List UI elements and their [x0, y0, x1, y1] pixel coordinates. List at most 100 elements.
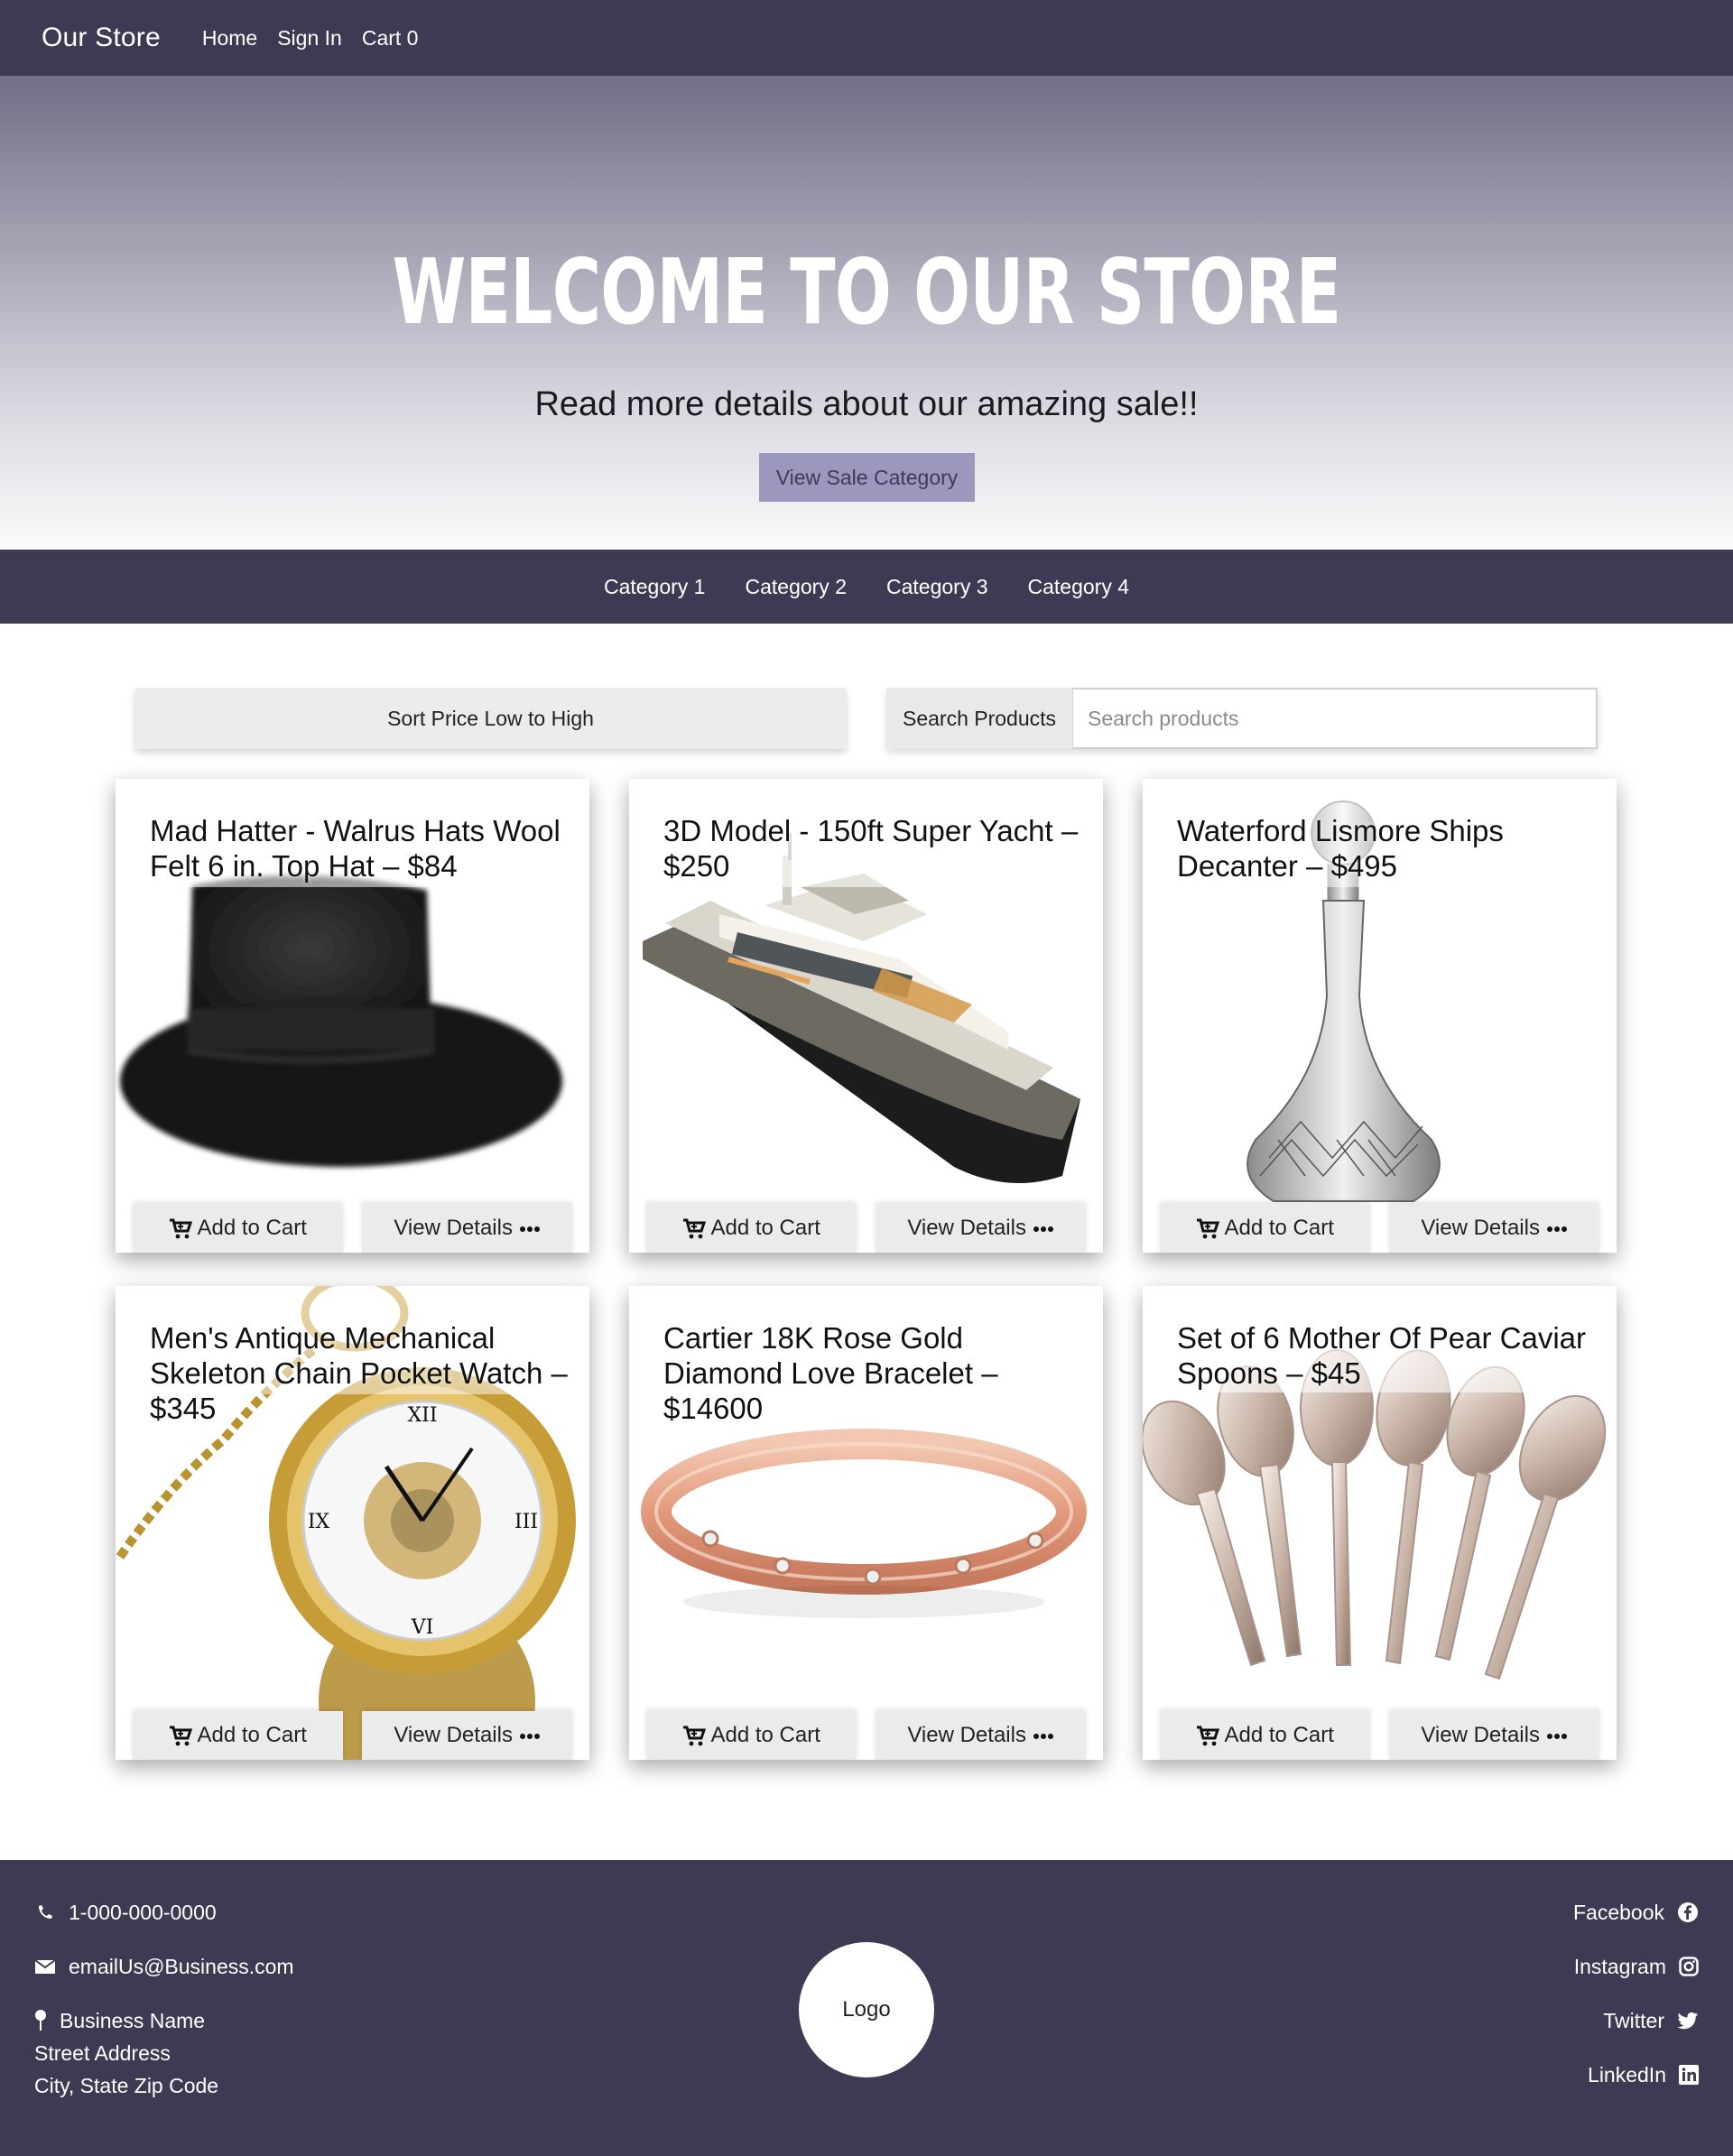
footer-address: Business Name Street Address City, State…: [34, 2004, 294, 2102]
view-details-label: View Details: [907, 1723, 1026, 1747]
cart-icon: [1197, 1726, 1220, 1746]
add-to-cart-label: Add to Cart: [710, 1216, 820, 1240]
view-details-label: View Details: [394, 1723, 513, 1747]
footer-email: emailUs@Business.com: [34, 1950, 294, 1983]
facebook-icon: [1678, 1902, 1698, 1922]
phone-number[interactable]: 1-000-000-0000: [69, 1901, 217, 1925]
footer-contact: 1-000-000-0000 emailUs@Business.com Busi…: [34, 1896, 294, 2102]
add-to-cart-label: Add to Cart: [710, 1723, 820, 1747]
city-state-zip: City, State Zip Code: [34, 2074, 219, 2097]
instagram-link[interactable]: Instagram: [1573, 1950, 1699, 1983]
footer-logo[interactable]: Logo: [799, 1942, 934, 2077]
category-3-link[interactable]: Category 3: [886, 575, 988, 599]
card-actions: Add to Cart View Details: [646, 1709, 1086, 1760]
nav-home-link[interactable]: Home: [202, 26, 257, 51]
category-2-link[interactable]: Category 2: [745, 575, 847, 599]
product-card: Set of 6 Mother Of Pear Caviar Spoons – …: [1143, 1286, 1617, 1760]
hero-subtitle: Read more details about our amazing sale…: [534, 385, 1199, 423]
cart-icon: [683, 1218, 707, 1239]
view-details-label: View Details: [394, 1216, 513, 1240]
ellipsis-icon: [1546, 1733, 1567, 1739]
add-to-cart-label: Add to Cart: [1224, 1216, 1334, 1240]
ellipsis-icon: [1033, 1226, 1053, 1232]
product-card: XII III VI IX Men's Antique Mechanical Ske…: [116, 1286, 589, 1760]
view-details-button[interactable]: View Details: [362, 1204, 572, 1253]
footer-phone: 1-000-000-0000: [34, 1896, 294, 1929]
card-actions: Add to Cart View Details: [1160, 1202, 1599, 1253]
view-details-button[interactable]: View Details: [876, 1711, 1086, 1760]
linkedin-icon: [1679, 2065, 1699, 2085]
hero-title: WELCOME TO OUR STORE: [392, 239, 1342, 345]
product-controls: Sort Price Low to High Search Products: [0, 624, 1733, 779]
card-actions: Add to Cart View Details: [133, 1202, 572, 1253]
view-details-button[interactable]: View Details: [1389, 1204, 1599, 1253]
top-navbar: Our Store Home Sign In Cart 0: [0, 0, 1733, 76]
instagram-icon: [1679, 1957, 1699, 1976]
category-bar: Category 1 Category 2 Category 3 Categor…: [0, 550, 1733, 624]
category-4-link[interactable]: Category 4: [1028, 575, 1130, 599]
street-address: Street Address: [34, 2041, 171, 2065]
view-details-button[interactable]: View Details: [876, 1204, 1086, 1253]
search-input[interactable]: [1072, 688, 1598, 749]
add-to-cart-button[interactable]: Add to Cart: [1160, 1204, 1370, 1253]
ellipsis-icon: [1033, 1733, 1053, 1739]
product-card: Waterford Lismore Ships Decanter – $495 …: [1143, 779, 1617, 1253]
business-name: Business Name: [60, 2009, 206, 2032]
add-to-cart-button[interactable]: Add to Cart: [1160, 1711, 1370, 1760]
view-details-label: View Details: [907, 1216, 1026, 1240]
map-pin-icon: [35, 2010, 46, 2031]
add-to-cart-button[interactable]: Add to Cart: [133, 1711, 343, 1760]
view-details-button[interactable]: View Details: [1389, 1711, 1599, 1760]
add-to-cart-label: Add to Cart: [1224, 1723, 1334, 1747]
twitter-link[interactable]: Twitter: [1573, 2004, 1699, 2037]
facebook-link[interactable]: Facebook: [1573, 1896, 1699, 1929]
product-title: Waterford Lismore Ships Decanter – $495: [1177, 814, 1504, 883]
cart-icon: [170, 1218, 193, 1239]
add-to-cart-label: Add to Cart: [197, 1723, 307, 1747]
ellipsis-icon: [519, 1226, 540, 1232]
twitter-label: Twitter: [1603, 2008, 1664, 2032]
product-title: 3D Model - 150ft Super Yacht – $250: [663, 814, 1079, 883]
nav-signin-link[interactable]: Sign In: [277, 26, 342, 51]
search-group: Search Products: [886, 688, 1598, 749]
sort-price-button[interactable]: Sort Price Low to High: [135, 688, 846, 749]
cart-icon: [1197, 1218, 1220, 1239]
linkedin-link[interactable]: LinkedIn: [1573, 2059, 1699, 2091]
view-details-button[interactable]: View Details: [362, 1711, 572, 1760]
email-address[interactable]: emailUs@Business.com: [69, 1955, 294, 1979]
view-sale-category-button[interactable]: View Sale Category: [759, 453, 975, 502]
ellipsis-icon: [519, 1733, 540, 1739]
product-card: Mad Hatter - Walrus Hats Wool Felt 6 in.…: [116, 779, 589, 1253]
add-to-cart-button[interactable]: Add to Cart: [646, 1204, 857, 1253]
view-details-label: View Details: [1421, 1216, 1540, 1240]
product-title: Cartier 18K Rose Gold Diamond Love Brace…: [663, 1321, 998, 1425]
svg-text:III: III: [514, 1511, 538, 1533]
phone-icon: [39, 1905, 52, 1919]
cart-icon: [683, 1726, 707, 1746]
twitter-icon: [1677, 2012, 1698, 2030]
add-to-cart-label: Add to Cart: [197, 1216, 307, 1240]
product-card: 3D Model - 150ft Super Yacht – $250 Add …: [629, 779, 1103, 1253]
product-title: Mad Hatter - Walrus Hats Wool Felt 6 in.…: [150, 814, 561, 883]
product-title: Men's Antique Mechanical Skeleton Chain …: [150, 1321, 568, 1425]
nav-cart-link[interactable]: Cart 0: [362, 26, 419, 51]
linkedin-label: LinkedIn: [1588, 2062, 1666, 2087]
facebook-label: Facebook: [1572, 1900, 1664, 1924]
footer: 1-000-000-0000 emailUs@Business.com Busi…: [0, 1860, 1733, 2156]
search-products-label: Search Products: [886, 688, 1072, 749]
footer-social: Facebook Instagram Twitter LinkedIn: [1573, 1896, 1699, 2113]
add-to-cart-button[interactable]: Add to Cart: [646, 1711, 857, 1760]
svg-text:IX: IX: [308, 1511, 330, 1533]
category-1-link[interactable]: Category 1: [604, 575, 706, 599]
product-title: Set of 6 Mother Of Pear Caviar Spoons – …: [1177, 1321, 1587, 1390]
card-actions: Add to Cart View Details: [646, 1202, 1086, 1253]
hero-banner: WELCOME TO OUR STORE Read more details a…: [0, 76, 1733, 550]
brand-name[interactable]: Our Store: [42, 23, 161, 53]
envelope-icon: [34, 1959, 56, 1974]
card-actions: Add to Cart View Details: [1160, 1709, 1599, 1760]
card-actions: Add to Cart View Details: [133, 1709, 572, 1760]
ellipsis-icon: [1546, 1226, 1567, 1232]
product-card: Cartier 18K Rose Gold Diamond Love Brace…: [629, 1286, 1103, 1760]
add-to-cart-button[interactable]: Add to Cart: [133, 1204, 343, 1253]
view-details-label: View Details: [1421, 1723, 1540, 1747]
